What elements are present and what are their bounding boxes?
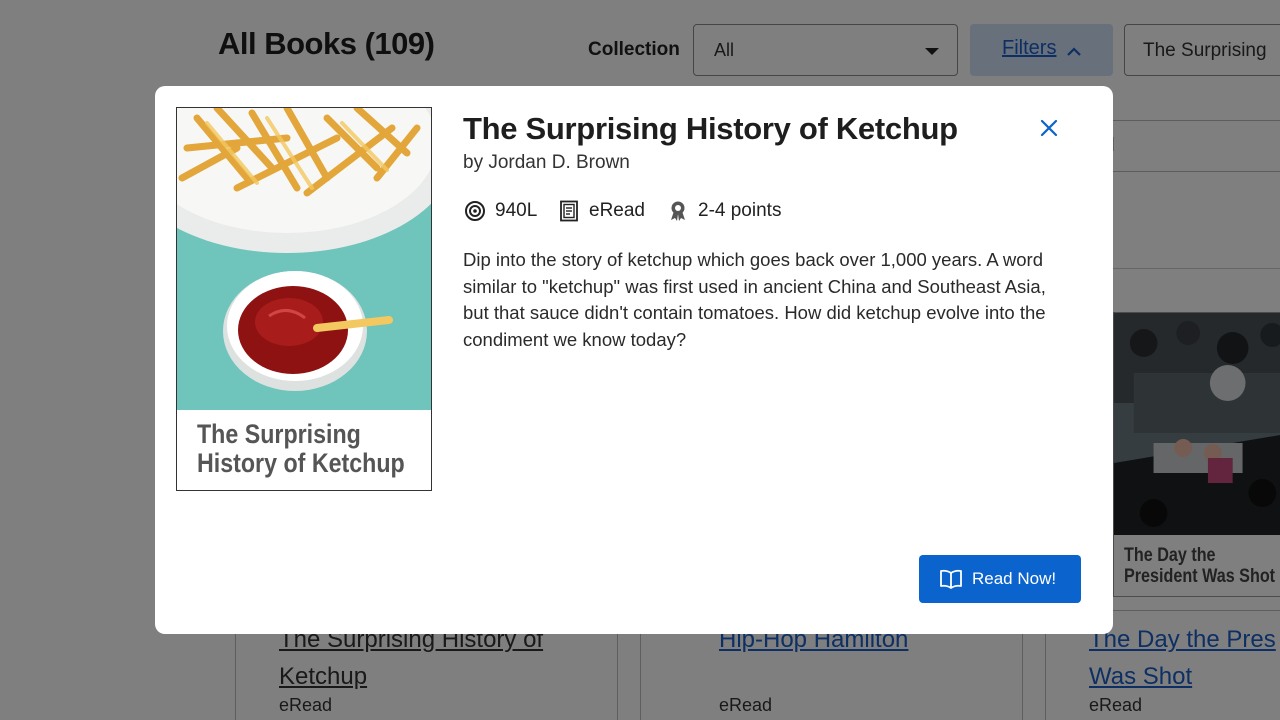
book-points: 2-4 points xyxy=(667,198,781,224)
read-now-label: Read Now! xyxy=(972,569,1057,588)
book-author: by Jordan D. Brown xyxy=(463,152,630,173)
format-value: eRead xyxy=(589,200,645,221)
points-value: 2-4 points xyxy=(698,200,782,221)
target-icon xyxy=(465,201,485,221)
book-cover: The Surprising History of Ketchup xyxy=(176,107,432,491)
book-title: The Surprising History of Ketchup xyxy=(463,111,958,146)
read-now-button[interactable]: Read Now! xyxy=(919,555,1081,603)
level-value: 940L xyxy=(495,200,538,221)
book-format: eRead xyxy=(558,198,645,224)
award-icon xyxy=(671,201,685,221)
cover-title: The Surprising History of Ketchup xyxy=(197,419,405,478)
open-book-icon xyxy=(940,569,962,589)
cover-photo xyxy=(177,108,431,410)
reading-level: 940L xyxy=(464,198,537,224)
book-description: Dip into the story of ketchup which goes… xyxy=(463,249,1046,350)
close-button[interactable] xyxy=(1035,114,1063,142)
close-icon xyxy=(1040,119,1058,137)
ebook-icon xyxy=(560,200,578,222)
book-details-dialog: The Surprising History of Ketchup The Su… xyxy=(155,86,1113,634)
